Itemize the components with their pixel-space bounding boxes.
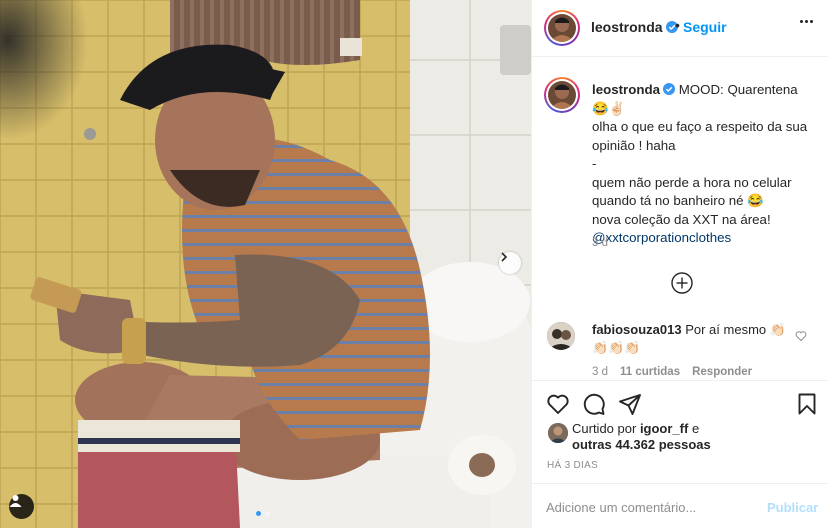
comment-timestamp: 3 d (592, 366, 608, 378)
likes-summary: Curtido por igoor_ff e outras 44.362 pes… (572, 421, 792, 453)
post-header: leostronda • Seguir (532, 0, 828, 57)
comment-meta: 3 d 11 curtidas Responder (592, 366, 752, 378)
carousel-dot-active (256, 511, 261, 516)
post-date: HÁ 3 DIAS (547, 460, 599, 471)
comment-like-heart-icon[interactable] (795, 330, 807, 342)
reply-button[interactable]: Responder (692, 366, 752, 378)
commenter-avatar[interactable] (547, 322, 575, 350)
likes-connector: e (691, 421, 700, 436)
liker-avatar[interactable] (548, 423, 568, 443)
add-comment-input[interactable] (546, 496, 746, 518)
next-photo-button[interactable] (499, 252, 521, 274)
comment-item: fabiosouza013 Por aí mesmo 👏🏻👏🏻👏🏻👏🏻 (592, 321, 792, 357)
caption-mention-link[interactable]: @xxtcorporationclothes (592, 230, 731, 245)
carousel-dot (265, 511, 270, 516)
heart-icon[interactable] (546, 392, 570, 416)
caption-timestamp: 3 d (592, 237, 608, 249)
comment-likes-count[interactable]: 11 curtidas (620, 366, 680, 378)
post-image (0, 0, 531, 528)
add-comment-bar: Publicar (532, 483, 828, 528)
author-avatar[interactable] (544, 10, 580, 46)
separator-dot: • (675, 17, 680, 33)
load-more-comments-button[interactable] (671, 272, 693, 294)
chevron-right-icon (501, 252, 508, 262)
send-icon[interactable] (618, 392, 642, 416)
follow-button[interactable]: Seguir (683, 19, 727, 35)
likes-others-link[interactable]: outras 44.362 pessoas (572, 437, 711, 452)
more-options-button[interactable] (800, 20, 813, 23)
caption-text: MOOD: Quarentena 😂✌🏻 olha o que eu faço … (592, 82, 808, 227)
bookmark-icon[interactable] (795, 392, 819, 416)
verified-badge-icon (662, 83, 675, 95)
liker-username[interactable]: igoor_ff (640, 421, 688, 436)
commenter-username[interactable]: fabiosouza013 (592, 322, 682, 337)
more-horizontal-icon (800, 20, 803, 23)
publish-button[interactable]: Publicar (767, 500, 818, 515)
likes-prefix: Curtido por (572, 421, 637, 436)
author-username[interactable]: leostronda (591, 19, 678, 35)
post-details-panel: leostronda • Seguir leostronda MOOD: Qua… (531, 0, 828, 528)
tag-button[interactable] (9, 494, 34, 519)
plus-circle-icon (671, 272, 693, 294)
comment-icon[interactable] (582, 392, 606, 416)
caption-username[interactable]: leostronda (592, 82, 675, 97)
post-photo[interactable] (0, 0, 531, 528)
caption-author-avatar[interactable] (544, 77, 580, 113)
user-tag-icon (9, 495, 22, 507)
post-actions-section: Curtido por igoor_ff e outras 44.362 pes… (532, 380, 828, 528)
post-caption: leostronda MOOD: Quarentena 😂✌🏻 olha o q… (592, 81, 817, 248)
carousel-indicator (256, 511, 270, 516)
